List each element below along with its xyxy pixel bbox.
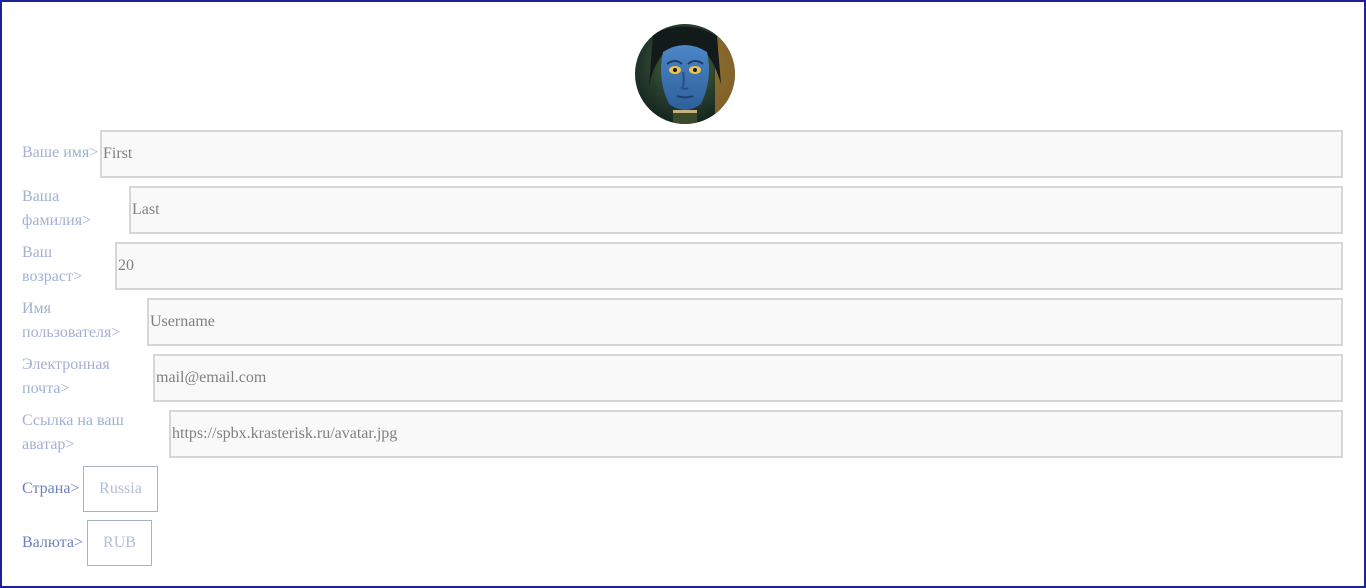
currency-row: Валюта> RUB: [22, 520, 152, 566]
age-row: Ваш возраст> 20: [22, 242, 1343, 290]
email-label: Электронная почта>: [22, 356, 110, 397]
avatar: [635, 24, 735, 124]
profile-form-frame: Ваше имя> First Ваша фамилия> Last Ваш в…: [0, 0, 1366, 588]
avatar-url-row: Ссылка на ваш аватар> https://spbx.krast…: [22, 410, 1343, 458]
last-name-input[interactable]: Last: [129, 186, 1343, 234]
username-input[interactable]: Username: [147, 298, 1343, 346]
avatar-url-input[interactable]: https://spbx.krasterisk.ru/avatar.jpg: [169, 410, 1343, 458]
first-name-row: Ваше имя> First: [22, 130, 1343, 178]
username-row: Имя пользователя> Username: [22, 298, 1343, 346]
first-name-label: Ваше имя>: [22, 144, 99, 161]
email-row: Электронная почта> mail@email.com: [22, 354, 1343, 402]
currency-select[interactable]: RUB: [87, 520, 152, 566]
first-name-input[interactable]: First: [100, 130, 1343, 178]
currency-label: Валюта>: [22, 534, 83, 551]
country-select[interactable]: Russia: [83, 466, 158, 512]
country-label: Страна>: [22, 480, 80, 497]
avatar-url-label: Ссылка на ваш аватар>: [22, 412, 124, 453]
email-input[interactable]: mail@email.com: [153, 354, 1343, 402]
age-label: Ваш возраст>: [22, 244, 82, 285]
age-input[interactable]: 20: [115, 242, 1343, 290]
last-name-row: Ваша фамилия> Last: [22, 186, 1343, 234]
username-label: Имя пользователя>: [22, 300, 121, 341]
last-name-label: Ваша фамилия>: [22, 188, 92, 229]
country-row: Страна> Russia: [22, 466, 158, 512]
avatar-image: [635, 24, 735, 124]
